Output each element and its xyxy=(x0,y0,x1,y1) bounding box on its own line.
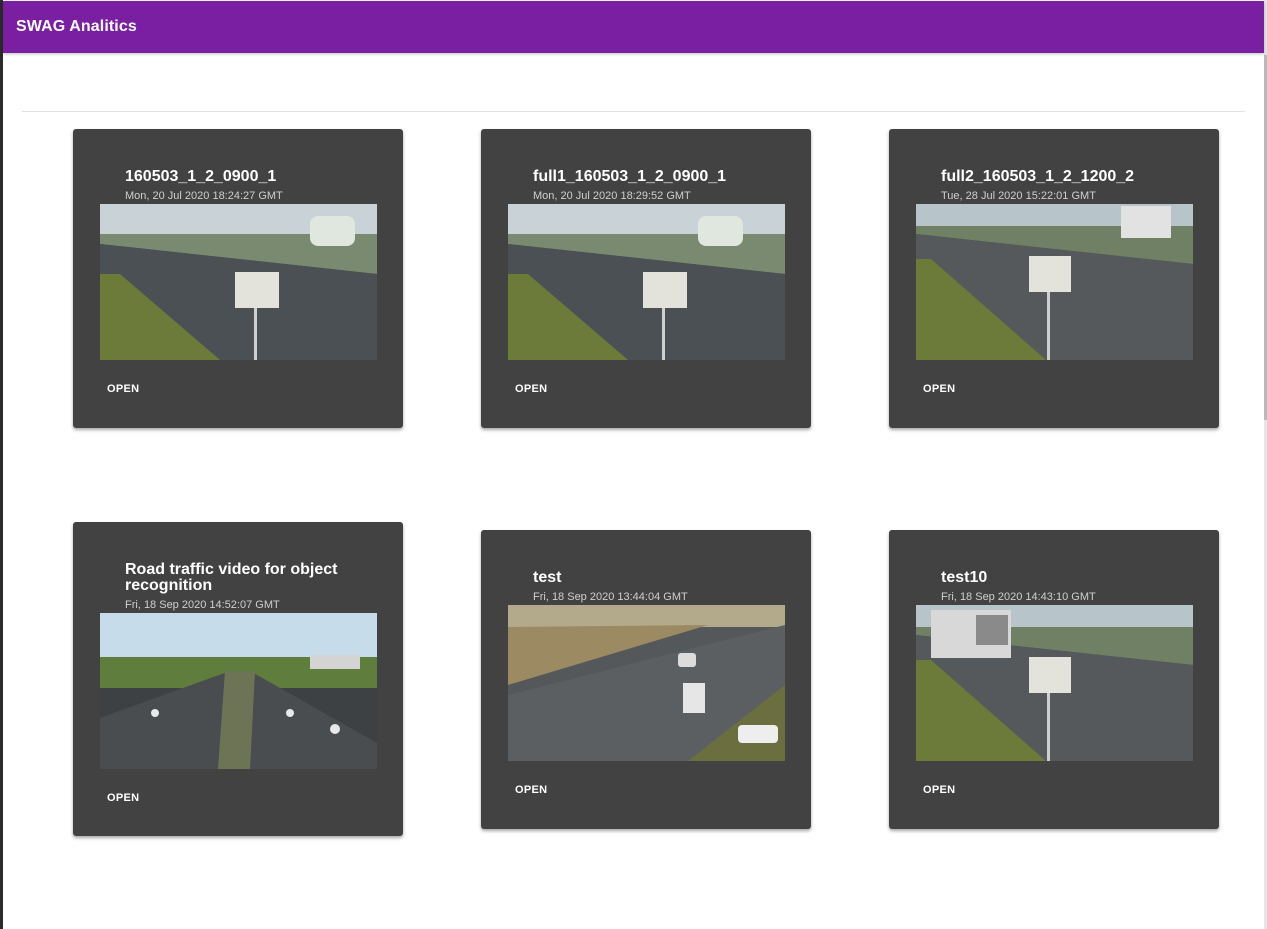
video-card: test Fri, 18 Sep 2020 13:44:04 GMT OPEN xyxy=(481,530,811,829)
video-thumbnail[interactable] xyxy=(916,605,1193,761)
open-button[interactable]: OPEN xyxy=(915,379,963,399)
app-title: SWAG Analitics xyxy=(16,18,137,35)
video-title: full1_160503_1_2_0900_1 xyxy=(533,168,727,185)
video-thumbnail[interactable] xyxy=(100,204,377,360)
open-button[interactable]: OPEN xyxy=(99,788,147,808)
video-thumbnail[interactable] xyxy=(508,605,785,761)
video-date: Fri, 18 Sep 2020 14:52:07 GMT xyxy=(125,599,280,611)
video-title: full2_160503_1_2_1200_2 xyxy=(941,168,1135,185)
open-button[interactable]: OPEN xyxy=(507,379,555,399)
video-card: test10 Fri, 18 Sep 2020 14:43:10 GMT OPE… xyxy=(889,530,1219,829)
video-card: Road traffic video for object recognitio… xyxy=(73,522,403,836)
video-date: Tue, 28 Jul 2020 15:22:01 GMT xyxy=(941,190,1096,202)
open-button[interactable]: OPEN xyxy=(915,780,963,800)
video-thumbnail[interactable] xyxy=(916,204,1193,360)
video-date: Mon, 20 Jul 2020 18:29:52 GMT xyxy=(533,190,691,202)
window-left-edge xyxy=(0,0,3,929)
video-date: Mon, 20 Jul 2020 18:24:27 GMT xyxy=(125,190,283,202)
video-title: 160503_1_2_0900_1 xyxy=(125,168,277,185)
video-thumbnail[interactable] xyxy=(508,204,785,360)
video-date: Fri, 18 Sep 2020 13:44:04 GMT xyxy=(533,591,688,603)
video-title: test xyxy=(533,569,562,586)
video-date: Fri, 18 Sep 2020 14:43:10 GMT xyxy=(941,591,1096,603)
video-title: test10 xyxy=(941,569,988,586)
app-bar: SWAG Analitics xyxy=(3,1,1264,53)
video-card: full1_160503_1_2_0900_1 Mon, 20 Jul 2020… xyxy=(481,129,811,428)
open-button[interactable]: OPEN xyxy=(99,379,147,399)
video-card: full2_160503_1_2_1200_2 Tue, 28 Jul 2020… xyxy=(889,129,1219,428)
video-card: 160503_1_2_0900_1 Mon, 20 Jul 2020 18:24… xyxy=(73,129,403,428)
video-title: Road traffic video for object recognitio… xyxy=(125,561,338,594)
header-divider xyxy=(22,111,1245,112)
open-button[interactable]: OPEN xyxy=(507,780,555,800)
video-thumbnail[interactable] xyxy=(100,613,377,769)
